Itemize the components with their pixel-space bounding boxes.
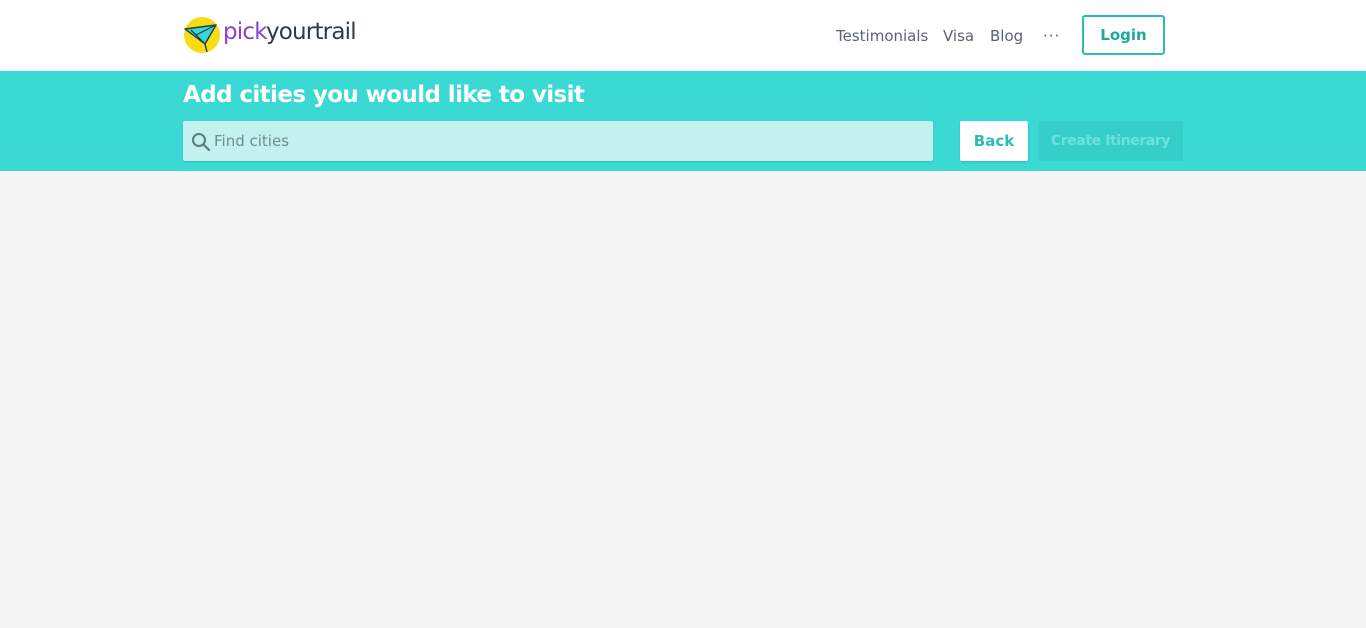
main-content-area <box>0 171 1366 628</box>
nav-link-testimonials[interactable]: Testimonials <box>836 24 928 48</box>
paper-plane-logo-icon <box>184 17 220 53</box>
more-menu-icon[interactable]: ··· <box>1043 25 1060 47</box>
search-icon <box>192 133 211 152</box>
brand-logo[interactable]: pickyourtrail <box>183 13 357 54</box>
create-itinerary-button[interactable]: Create Itinerary <box>1038 121 1183 161</box>
city-search-input[interactable] <box>214 121 914 161</box>
brand-wordmark: pickyourtrail <box>223 13 357 51</box>
nav-link-blog[interactable]: Blog <box>990 24 1023 48</box>
brand-wordmark-yourtrail: yourtrail <box>265 19 357 45</box>
back-button[interactable]: Back <box>960 121 1028 161</box>
top-navigation-bar: pickyourtrail Testimonials Visa Blog ···… <box>0 0 1366 71</box>
login-button[interactable]: Login <box>1082 15 1165 55</box>
brand-wordmark-pick: pick <box>223 19 267 45</box>
city-search-banner: Add cities you would like to visit Back … <box>0 71 1366 171</box>
city-search-box <box>183 121 933 161</box>
page-title: Add cities you would like to visit <box>183 82 585 108</box>
nav-link-visa[interactable]: Visa <box>943 24 974 48</box>
